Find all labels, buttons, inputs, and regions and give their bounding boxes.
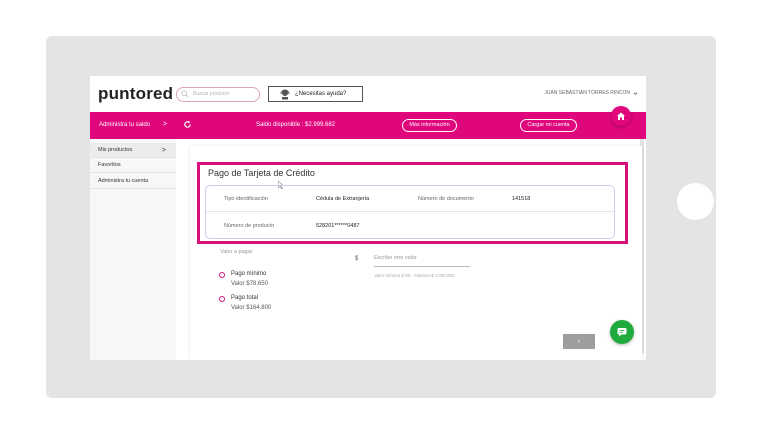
chevron-right-icon: > xyxy=(161,147,166,154)
sidebar-item-mis-productos[interactable]: Mis productos > xyxy=(90,143,176,158)
help-button[interactable]: ¿Necesitas ayuda? xyxy=(268,86,363,102)
more-info-button[interactable]: Más información xyxy=(402,119,457,132)
total-payment-radio[interactable] xyxy=(219,296,225,302)
top-header: puntored Buscar producto ¿Necesitas ayud… xyxy=(90,76,646,112)
amount-label: Valor a pagar xyxy=(220,249,253,255)
home-button[interactable] xyxy=(611,106,631,126)
other-amount-placeholder: Escribe otro valor xyxy=(374,255,417,261)
sidebar-item-label: Administra tu cuenta xyxy=(98,178,149,184)
chat-button[interactable] xyxy=(610,320,634,344)
document-number-value: 141518 xyxy=(512,196,531,202)
sidebar-item-label: Mis productos xyxy=(98,147,133,153)
details-row: Número de producto 528201******0487 xyxy=(206,213,616,239)
sidebar-item-label: Favoritos xyxy=(98,162,121,168)
search-input[interactable]: Buscar producto xyxy=(176,87,260,102)
help-label: ¿Necesitas ayuda? xyxy=(295,91,347,97)
search-icon xyxy=(181,90,189,98)
chevron-right-icon: > xyxy=(163,121,168,128)
currency-symbol: $ xyxy=(355,256,359,262)
chevron-down-icon xyxy=(633,92,638,95)
refresh-icon[interactable] xyxy=(183,120,192,129)
available-balance: Saldo disponible : $2.999.682 xyxy=(256,122,336,128)
id-type-label: Tipo identificación xyxy=(224,196,268,202)
total-payment-label[interactable]: Pago total xyxy=(231,295,258,301)
app-screen: puntored Buscar producto ¿Necesitas ayud… xyxy=(90,76,646,360)
page-title: Pago de Tarjeta de Crédito xyxy=(208,168,315,178)
product-details-card: Tipo identificación Cédula de Extranjerí… xyxy=(205,185,616,239)
sidebar: Mis productos > Favoritos Administra tu … xyxy=(90,139,176,360)
brand-logo[interactable]: puntored xyxy=(98,84,173,104)
user-name: JUAN SEBASTIAN TORRES RINCON xyxy=(544,90,630,96)
video-frame: puntored Buscar producto ¿Necesitas ayud… xyxy=(0,0,768,432)
home-icon xyxy=(617,112,625,120)
details-row: Tipo identificación Cédula de Extranjerí… xyxy=(206,186,616,212)
search-placeholder: Buscar producto xyxy=(193,91,230,97)
minimum-payment-value: Valor $78.650 xyxy=(231,281,268,287)
sidebar-item-favoritos[interactable]: Favoritos xyxy=(90,158,176,173)
device-home-button[interactable] xyxy=(677,183,714,220)
chat-icon xyxy=(617,328,627,337)
amount-range-hint: Valor mínimo $ 80 - máximo $ 1'000.000 xyxy=(374,273,455,278)
admin-balance-link[interactable]: Administra tu saldo xyxy=(99,122,150,128)
other-amount-input[interactable]: Escribe otro valor xyxy=(374,253,470,267)
product-number-value: 528201******0487 xyxy=(316,223,360,229)
balance-bar: Administra tu saldo > Saldo disponible :… xyxy=(90,112,646,139)
product-number-label: Número de producto xyxy=(224,223,275,229)
document-number-label: Número de documento xyxy=(418,196,474,202)
minimum-payment-label[interactable]: Pago mínimo xyxy=(231,271,266,277)
support-agent-icon xyxy=(280,89,290,100)
minimum-payment-radio[interactable] xyxy=(219,272,225,278)
sidebar-item-administra-cuenta[interactable]: Administra tu cuenta xyxy=(90,174,176,189)
back-button[interactable]: ‹ xyxy=(563,334,595,349)
id-type-value: Cédula de Extranjería xyxy=(316,196,370,202)
total-payment-value: Valor $164.800 xyxy=(231,305,272,311)
user-menu[interactable]: JUAN SEBASTIAN TORRES RINCON xyxy=(544,90,630,96)
load-account-button[interactable]: Cargar mi cuenta xyxy=(520,119,577,132)
